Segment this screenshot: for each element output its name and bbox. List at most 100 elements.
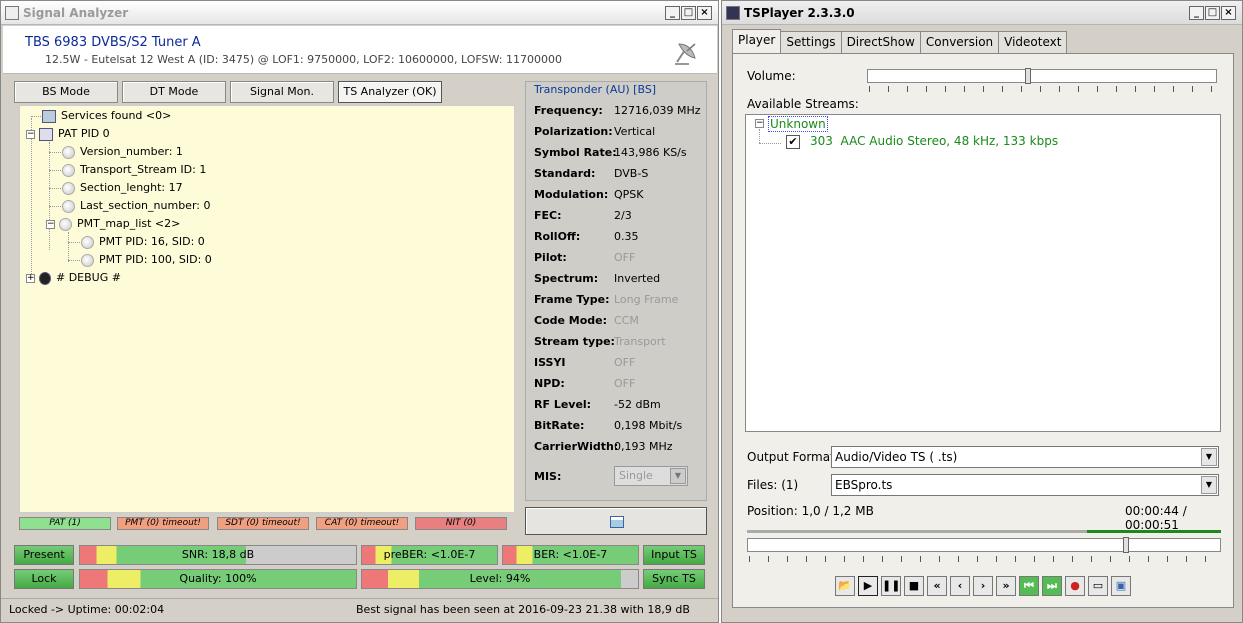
chevron-down-icon: ▼	[1201, 448, 1217, 466]
param-key: Frequency:	[534, 104, 603, 117]
ts-analyzer-button[interactable]: TS Analyzer (OK)	[338, 81, 442, 103]
node-icon	[81, 235, 94, 249]
param-key: NPD:	[534, 377, 565, 390]
position-text: Position: 1,0 / 1,2 MB	[747, 504, 874, 518]
param-key: Standard:	[534, 167, 596, 180]
tree-item-debug[interactable]: + # DEBUG #	[26, 269, 121, 287]
tsplayer-titlebar[interactable]: TSPlayer 2.3.3.0 _ □ ×	[722, 1, 1242, 25]
streams-list[interactable]: − Unknown ✔ 303 AAC Audio Stereo, 48 kHz…	[745, 114, 1221, 432]
step-forward-icon[interactable]: ›	[973, 576, 993, 596]
mis-select[interactable]: Single ▼	[614, 466, 688, 486]
pause-icon[interactable]: ❚❚	[881, 576, 901, 596]
stop-icon[interactable]: ■	[904, 576, 924, 596]
tab-videotext[interactable]: Videotext	[998, 31, 1068, 53]
collapse-icon[interactable]: −	[755, 119, 764, 128]
seek-thumb[interactable]	[1123, 537, 1129, 553]
tree-item-services[interactable]: Services found <0>	[42, 107, 171, 125]
volume-slider[interactable]	[867, 69, 1217, 83]
param-value: Inverted	[614, 272, 661, 285]
tree-item-ts-id[interactable]: Transport_Stream ID: 1	[62, 161, 206, 179]
tab-player[interactable]: Player	[732, 29, 782, 53]
status-pat: PAT (1)	[19, 517, 111, 530]
minimize-button[interactable]: _	[1189, 6, 1204, 20]
mis-label: MIS:	[534, 470, 562, 483]
tab-bar: Player Settings DirectShow Conversion Vi…	[732, 29, 1068, 53]
snr-meter: SNR: 18,8 dB	[79, 545, 357, 565]
param-key: CarrierWidth:	[534, 440, 619, 453]
record-icon[interactable]: ●	[1065, 576, 1085, 596]
param-key: Polarization:	[534, 125, 613, 138]
expand-icon[interactable]: +	[26, 273, 35, 283]
app-icon	[726, 5, 740, 20]
tab-directshow[interactable]: DirectShow	[840, 31, 921, 53]
uptime-text: Locked -> Uptime: 00:02:04	[9, 603, 165, 616]
seek-slider[interactable]	[747, 538, 1221, 552]
screen-icon[interactable]: ▭	[1088, 576, 1108, 596]
output-format-select[interactable]: Audio/Video TS ( .ts) ▼	[831, 446, 1219, 468]
window-icon	[610, 516, 624, 528]
preber-meter: preBER: <1.0E-7	[361, 545, 498, 565]
rewind-icon[interactable]: «	[927, 576, 947, 596]
tree-item-version[interactable]: Version_number: 1	[62, 143, 183, 161]
skip-start-icon[interactable]: ⏮	[1019, 576, 1039, 596]
collapse-icon[interactable]: −	[26, 129, 35, 139]
tree-item-pmt1[interactable]: PMT PID: 16, SID: 0	[81, 233, 205, 251]
close-button[interactable]: ×	[697, 6, 712, 20]
files-select[interactable]: EBSpro.ts ▼	[831, 474, 1219, 496]
tab-conversion[interactable]: Conversion	[919, 31, 1000, 53]
param-key: ISSYI	[534, 356, 566, 369]
tree-item-pat[interactable]: − PAT PID 0	[26, 125, 110, 143]
volume-thumb[interactable]	[1025, 68, 1031, 84]
status-sdt: SDT (0) timeout!	[217, 517, 309, 530]
close-button[interactable]: ×	[1221, 6, 1236, 20]
bug-icon	[39, 271, 51, 285]
stream-item[interactable]: 303 AAC Audio Stereo, 48 kHz, 133 kbps	[810, 134, 1058, 148]
tuner-name: TBS 6983 DVBS/S2 Tuner A	[25, 35, 201, 50]
status-cat: CAT (0) timeout!	[316, 517, 408, 530]
monitor-icon	[42, 109, 56, 123]
output-format-label: Output Format:	[747, 450, 839, 464]
chevron-down-icon: ▼	[670, 468, 686, 484]
collapse-icon[interactable]: −	[46, 219, 55, 229]
status-pmt: PMT (0) timeout!	[117, 517, 209, 530]
satellite-info: 12.5W - Eutelsat 12 West A (ID: 3475) @ …	[45, 53, 562, 66]
play-icon[interactable]: ▶	[858, 576, 878, 596]
tree-item-pmt-list[interactable]: − PMT_map_list <2>	[46, 215, 180, 233]
step-back-icon[interactable]: ‹	[950, 576, 970, 596]
node-icon	[62, 199, 75, 213]
param-value: -52 dBm	[614, 398, 661, 411]
param-value: OFF	[614, 251, 636, 264]
lock-indicator: Lock	[14, 569, 74, 589]
tuner-header: TBS 6983 DVBS/S2 Tuner A 12.5W - Eutelsa…	[3, 26, 717, 74]
stream-group[interactable]: Unknown	[768, 116, 828, 132]
tree-item-last-section[interactable]: Last_section_number: 0	[62, 197, 210, 215]
open-folder-icon[interactable]: 📂	[835, 576, 855, 596]
node-icon	[59, 217, 72, 231]
param-value: OFF	[614, 377, 636, 390]
ts-tree[interactable]: Services found <0> − PAT PID 0 Version_nu…	[19, 105, 515, 513]
fullscreen-icon[interactable]: ▣	[1111, 576, 1131, 596]
skip-end-icon[interactable]: ⏭	[1042, 576, 1062, 596]
input-ts-indicator: Input TS	[643, 545, 705, 565]
minimize-button[interactable]: _	[665, 6, 680, 20]
best-signal-text: Best signal has been seen at 2016-09-23 …	[356, 603, 690, 616]
param-value: 12716,039 MHz	[614, 104, 701, 117]
param-value: CCM	[614, 314, 639, 327]
maximize-button[interactable]: □	[1205, 6, 1220, 20]
signal-analyzer-titlebar[interactable]: Signal Analyzer _ □ ×	[1, 1, 718, 25]
level-meter: Level: 94%	[361, 569, 639, 589]
volume-label: Volume:	[747, 69, 796, 83]
table-view-button[interactable]	[525, 507, 707, 535]
time-text: 00:00:44 / 00:00:51	[1125, 504, 1187, 532]
maximize-button[interactable]: □	[681, 6, 696, 20]
fast-forward-icon[interactable]: »	[996, 576, 1016, 596]
param-key: FEC:	[534, 209, 562, 222]
signal-monitor-button[interactable]: Signal Mon.	[230, 81, 334, 103]
tree-item-section-length[interactable]: Section_lenght: 17	[62, 179, 183, 197]
stream-checkbox[interactable]: ✔	[786, 135, 800, 149]
param-value: 0.35	[614, 230, 639, 243]
tree-item-pmt2[interactable]: PMT PID: 100, SID: 0	[81, 251, 212, 269]
tab-settings[interactable]: Settings	[780, 31, 842, 53]
bs-mode-button[interactable]: BS Mode	[14, 81, 118, 103]
dt-mode-button[interactable]: DT Mode	[122, 81, 226, 103]
